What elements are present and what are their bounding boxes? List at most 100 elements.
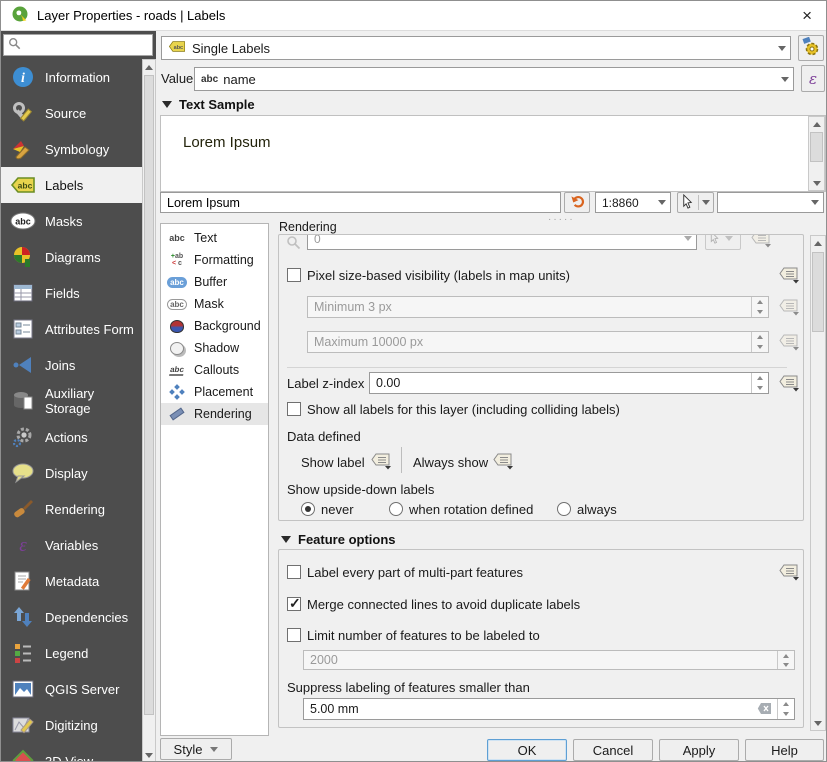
label-type-combo[interactable]: abc Single Labels: [161, 36, 791, 60]
sidebar-scrollbar-thumb[interactable]: [144, 75, 154, 715]
auto-placement-settings-button[interactable]: [798, 35, 824, 61]
dropdown-arrow-icon[interactable]: [653, 193, 670, 212]
tab-text[interactable]: abcText: [161, 227, 268, 249]
data-defined-override-icon[interactable]: [777, 373, 801, 393]
preview-background-combo[interactable]: [717, 192, 824, 213]
sidebar-item-joins[interactable]: Joins: [1, 347, 142, 383]
preview-scrollbar-thumb[interactable]: [810, 132, 823, 162]
sidebar-item-masks[interactable]: abc Masks: [1, 203, 142, 239]
tab-placement[interactable]: Placement: [161, 381, 268, 403]
radio-never[interactable]: [301, 502, 315, 516]
data-defined-override-icon[interactable]: [369, 451, 393, 471]
sidebar-item-labels[interactable]: abc Labels: [1, 167, 142, 203]
scale-combo[interactable]: 1:8860: [595, 192, 671, 213]
tab-label: Shadow: [194, 341, 239, 355]
scroll-down-icon[interactable]: [143, 748, 155, 762]
tab-background[interactable]: Background: [161, 315, 268, 337]
dropdown-arrow-icon[interactable]: [679, 234, 696, 249]
sidebar-item-attributes-form[interactable]: Attributes Form: [1, 311, 142, 347]
clear-icon[interactable]: [757, 702, 772, 718]
style-button[interactable]: Style: [160, 738, 232, 760]
spin-buttons[interactable]: [751, 373, 768, 393]
limit-features-spinbox[interactable]: 2000: [303, 650, 795, 670]
data-defined-override-icon[interactable]: [491, 451, 515, 471]
data-defined-override-icon[interactable]: [777, 332, 801, 352]
data-defined-override-icon[interactable]: [777, 562, 801, 582]
multipart-checkbox[interactable]: [287, 565, 301, 579]
spin-buttons[interactable]: [777, 699, 794, 719]
radio-when-rotation-defined[interactable]: [389, 502, 403, 516]
pixel-visibility-checkbox[interactable]: [287, 268, 301, 282]
sidebar-item-digitizing[interactable]: Digitizing: [1, 707, 142, 743]
splitter-handle[interactable]: ·····: [548, 214, 575, 225]
minimum-scale-combo[interactable]: 0: [307, 234, 697, 250]
spin-buttons[interactable]: [777, 651, 794, 669]
sidebar-item-symbology[interactable]: Symbology: [1, 131, 142, 167]
tab-rendering[interactable]: Rendering: [161, 403, 268, 425]
set-scale-from-canvas-button[interactable]: [705, 234, 741, 250]
panel-scrollbar-thumb[interactable]: [812, 252, 824, 332]
preview-scrollbar[interactable]: [808, 116, 825, 191]
sidebar-item-fields[interactable]: Fields: [1, 275, 142, 311]
tab-buffer[interactable]: abcBuffer: [161, 271, 268, 293]
sidebar-item-actions[interactable]: Actions: [1, 419, 142, 455]
search-input[interactable]: [25, 37, 135, 53]
tab-callouts[interactable]: abcCallouts: [161, 359, 268, 381]
dropdown-arrow-icon[interactable]: [776, 68, 793, 90]
map-tool-button[interactable]: [677, 192, 714, 213]
spin-buttons[interactable]: [751, 332, 768, 352]
help-button[interactable]: Help: [745, 739, 824, 761]
tab-formatting[interactable]: +ab< cFormatting: [161, 249, 268, 271]
close-icon[interactable]: ×: [798, 6, 816, 26]
data-defined-override-icon[interactable]: [749, 234, 773, 249]
tab-shadow[interactable]: Shadow: [161, 337, 268, 359]
merge-lines-checkbox[interactable]: [287, 597, 301, 611]
sidebar-search[interactable]: [3, 34, 153, 56]
expression-builder-button[interactable]: ε: [801, 65, 825, 92]
data-defined-override-icon[interactable]: [777, 265, 801, 285]
sidebar-item-diagrams[interactable]: Diagrams: [1, 239, 142, 275]
spin-buttons[interactable]: [751, 297, 768, 317]
sidebar-item-information[interactable]: i Information: [1, 59, 142, 95]
sidebar-item-display[interactable]: Display: [1, 455, 142, 491]
dropdown-arrow-icon[interactable]: [702, 200, 710, 205]
sidebar-item-label: Joins: [45, 358, 75, 373]
apply-button[interactable]: Apply: [659, 739, 739, 761]
collapse-triangle-icon[interactable]: [162, 101, 172, 108]
minimum-pixel-spinbox[interactable]: Minimum 3 px: [307, 296, 769, 318]
sidebar-item-dependencies[interactable]: Dependencies: [1, 599, 142, 635]
value-field-combo[interactable]: abc name: [194, 67, 794, 91]
reset-sample-button[interactable]: [564, 192, 590, 213]
sidebar-scrollbar[interactable]: [142, 59, 156, 762]
sidebar-item-qgis-server[interactable]: QGIS Server: [1, 671, 142, 707]
sample-text-input[interactable]: [160, 192, 561, 213]
sidebar-item-legend[interactable]: Legend: [1, 635, 142, 671]
limit-features-checkbox[interactable]: [287, 628, 301, 642]
scroll-up-icon[interactable]: [143, 60, 155, 74]
panel-scrollbar[interactable]: [810, 235, 826, 731]
dropdown-arrow-icon[interactable]: [806, 193, 823, 212]
maximum-pixel-spinbox[interactable]: Maximum 10000 px: [307, 331, 769, 353]
scroll-down-icon[interactable]: [809, 176, 824, 190]
sidebar-item-auxiliary-storage[interactable]: Auxiliary Storage: [1, 383, 142, 419]
scroll-up-icon[interactable]: [811, 236, 825, 250]
scroll-up-icon[interactable]: [809, 117, 824, 131]
sidebar-item-variables[interactable]: ε Variables: [1, 527, 142, 563]
zindex-spinbox[interactable]: 0.00: [369, 372, 769, 394]
collapse-triangle-icon[interactable]: [281, 536, 291, 543]
data-defined-override-icon[interactable]: [777, 297, 801, 317]
cancel-button[interactable]: Cancel: [573, 739, 653, 761]
feature-options-header[interactable]: Feature options: [281, 532, 396, 547]
suppress-spinbox[interactable]: 5.00 mm: [303, 698, 795, 720]
scroll-down-icon[interactable]: [811, 716, 825, 730]
sidebar-item-3d-view[interactable]: 3D View: [1, 743, 142, 762]
sidebar-item-source[interactable]: Source: [1, 95, 142, 131]
radio-always[interactable]: [557, 502, 571, 516]
sidebar-item-metadata[interactable]: Metadata: [1, 563, 142, 599]
show-all-labels-checkbox[interactable]: [287, 402, 301, 416]
ok-button[interactable]: OK: [487, 739, 567, 761]
sidebar-item-rendering[interactable]: Rendering: [1, 491, 142, 527]
tab-mask[interactable]: abcMask: [161, 293, 268, 315]
dropdown-arrow-icon[interactable]: [773, 37, 790, 59]
text-sample-header[interactable]: Text Sample: [162, 97, 255, 112]
